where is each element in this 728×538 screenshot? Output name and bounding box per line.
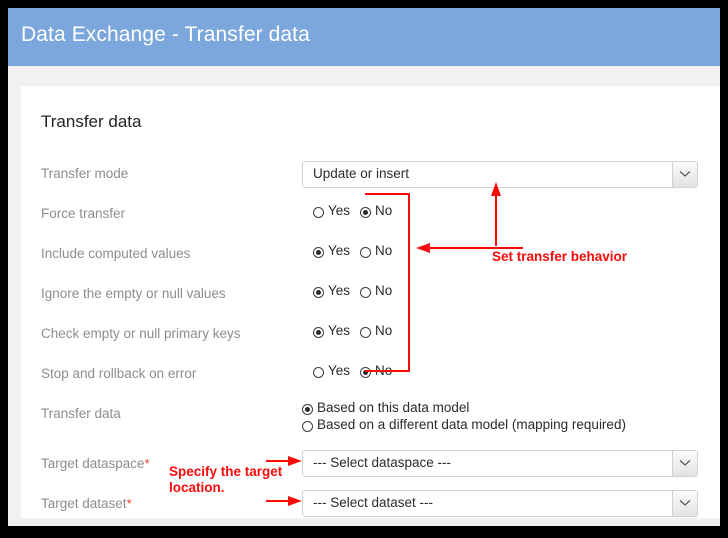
option-label: Yes — [328, 203, 351, 218]
label-stop-rollback-on-error: Stop and rollback on error — [41, 366, 197, 381]
annotation-specify-target-line1: Specify the target — [169, 464, 283, 479]
target-dataspace-value: --- Select dataspace --- — [313, 455, 452, 470]
chevron-down-icon[interactable] — [672, 162, 697, 187]
option-label: No — [375, 323, 393, 338]
transfer-mode-value: Update or insert — [313, 166, 410, 181]
required-asterisk: * — [126, 496, 132, 511]
transfer-mode-select[interactable]: Update or insert — [302, 161, 698, 188]
label-force-transfer: Force transfer — [41, 206, 126, 221]
page-title: Data Exchange - Transfer data — [21, 23, 310, 46]
label-transfer-data-model: Transfer data — [41, 406, 121, 421]
label-target-dataspace: Target dataspace* — [41, 456, 150, 471]
option-label: Yes — [328, 243, 351, 258]
radio-icon[interactable] — [360, 207, 371, 218]
annotation-set-transfer-behavior: Set transfer behavior — [492, 249, 628, 264]
radio-icon[interactable] — [302, 421, 313, 432]
form-row-target-dataspace: Target dataspace* --- Select dataspace -… — [21, 450, 720, 478]
target-dataset-value: --- Select dataset --- — [313, 495, 434, 510]
form-card: Transfer data Transfer mode Update or in… — [21, 86, 720, 518]
app-window: Data Exchange - Transfer data Transfer d… — [8, 8, 720, 526]
radio-icon[interactable] — [302, 404, 313, 415]
radio-icon[interactable] — [360, 327, 371, 338]
radio-icon[interactable] — [360, 287, 371, 298]
label-include-computed-values: Include computed values — [41, 246, 191, 261]
required-asterisk: * — [144, 456, 150, 471]
label-transfer-mode: Transfer mode — [41, 166, 129, 181]
label-check-empty-null-primary-keys: Check empty or null primary keys — [41, 326, 241, 341]
option-label: Yes — [328, 283, 351, 298]
target-dataspace-select[interactable]: --- Select dataspace --- — [302, 450, 698, 477]
option-label: No — [375, 243, 393, 258]
option-label: Based on this data model — [317, 400, 470, 415]
label-text: Target dataset — [41, 496, 127, 511]
option-label: No — [375, 363, 393, 378]
radio-icon[interactable] — [360, 367, 371, 378]
radio-icon[interactable] — [360, 247, 371, 258]
radio-icon[interactable] — [313, 247, 324, 258]
option-label: Yes — [328, 363, 351, 378]
radio-icon[interactable] — [313, 207, 324, 218]
form-row-stop-rollback-on-error: Stop and rollback on error Yes No — [21, 363, 720, 388]
form-row-transfer-mode: Transfer mode Update or insert — [21, 161, 720, 188]
option-label: No — [375, 203, 393, 218]
chevron-down-icon[interactable] — [672, 491, 697, 516]
label-text: Target dataspace — [41, 456, 145, 471]
label-ignore-empty-null-values: Ignore the empty or null values — [41, 286, 226, 301]
option-label: Yes — [328, 323, 351, 338]
form-row-check-empty-null-primary-keys: Check empty or null primary keys Yes No — [21, 323, 720, 348]
target-dataset-select[interactable]: --- Select dataset --- — [302, 490, 698, 517]
form-row-target-dataset: Target dataset* --- Select dataset --- — [21, 490, 720, 518]
option-label: No — [375, 283, 393, 298]
window-header: Data Exchange - Transfer data — [8, 8, 720, 66]
radio-icon[interactable] — [313, 367, 324, 378]
annotation-specify-target-line2: location. — [169, 480, 225, 495]
form-row-ignore-empty-null-values: Ignore the empty or null values Yes No — [21, 283, 720, 308]
chevron-down-icon[interactable] — [672, 451, 697, 476]
section-title: Transfer data — [41, 112, 142, 131]
radio-icon[interactable] — [313, 287, 324, 298]
option-label: Based on a different data model (mapping… — [317, 417, 626, 432]
form-row-transfer-data-model: Transfer data Based on this data model B… — [21, 400, 720, 440]
label-target-dataset: Target dataset* — [41, 496, 132, 511]
form-row-force-transfer: Force transfer Yes No — [21, 203, 720, 228]
radio-icon[interactable] — [313, 327, 324, 338]
